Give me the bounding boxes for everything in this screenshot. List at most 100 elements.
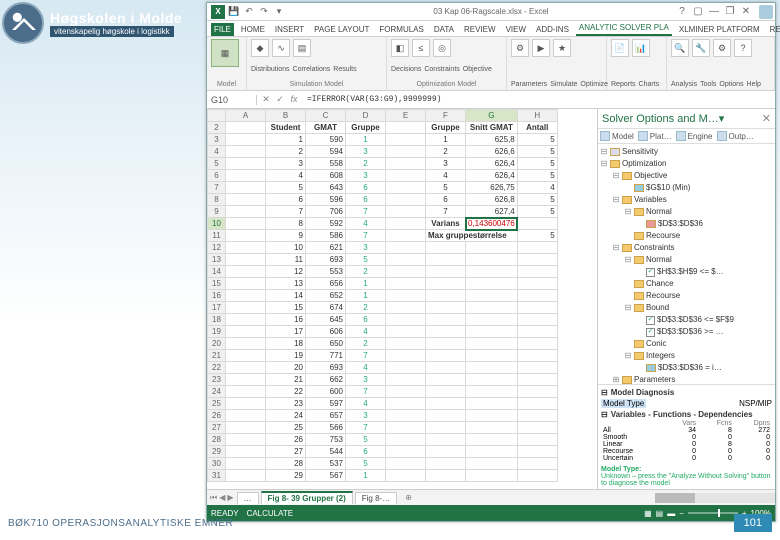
decisions-icon[interactable]: ◧	[391, 39, 409, 57]
charts-icon[interactable]: 📊	[632, 39, 650, 57]
model-type-label[interactable]: Model Type	[601, 399, 646, 408]
ribbon-tab-formulas[interactable]: FORMULAS	[376, 23, 426, 36]
tree-node[interactable]: ✓$D$3:$D$36 <= $F$9	[600, 314, 773, 326]
ribbon-opts-icon[interactable]: ▢	[691, 6, 705, 18]
taskpane-close-icon[interactable]: ✕	[762, 112, 771, 125]
constraints-icon[interactable]: ≤	[412, 39, 430, 57]
tree-node[interactable]: ⊟Integers	[600, 350, 773, 362]
row-hdr-5[interactable]: 5	[208, 158, 226, 170]
taskpane-dropdown-icon[interactable]: ▾	[719, 112, 725, 125]
parameters-icon[interactable]: ⚙	[511, 39, 529, 57]
ribbon-tab-resources[interactable]: Resources	[767, 23, 780, 36]
correlations-icon[interactable]: ∿	[272, 39, 290, 57]
sheet-tab-active[interactable]: Fig 8- 39 Grupper (2)	[261, 491, 353, 504]
tree-node[interactable]: Recourse	[600, 230, 773, 242]
ribbon-tab-xlminer-platform[interactable]: XLMINER PLATFORM	[676, 23, 763, 36]
ribbon-tab-page-layout[interactable]: PAGE LAYOUT	[311, 23, 372, 36]
row-hdr-11[interactable]: 11	[208, 230, 226, 242]
cancel-fx-icon[interactable]: ✕	[260, 94, 272, 105]
tree-node[interactable]: ⊟Optimization	[600, 158, 773, 170]
qat-save-icon[interactable]: 💾	[228, 6, 240, 18]
row-hdr-26[interactable]: 26	[208, 410, 226, 422]
row-hdr-6[interactable]: 6	[208, 170, 226, 182]
row-hdr-3[interactable]: 3	[208, 134, 226, 146]
active-cell[interactable]: 0,143600476	[466, 218, 518, 230]
tree-node[interactable]: $D$3:$D$36	[600, 218, 773, 230]
row-hdr-19[interactable]: 19	[208, 326, 226, 338]
tree-node[interactable]: ✓$H$3:$H$9 <= $…	[600, 266, 773, 278]
ribbon-tab-file[interactable]: FILE	[211, 23, 234, 36]
tree-node[interactable]: ⊟Normal	[600, 206, 773, 218]
col-hdr-D[interactable]: D	[346, 110, 386, 122]
tp-tab-model[interactable]: Model	[600, 131, 634, 141]
tree-node[interactable]: ✓$D$3:$D$36 >= …	[600, 326, 773, 338]
tools-icon[interactable]: 🔧	[692, 39, 710, 57]
row-hdr-22[interactable]: 22	[208, 362, 226, 374]
col-hdr-E[interactable]: E	[386, 110, 426, 122]
row-hdr-12[interactable]: 12	[208, 242, 226, 254]
reports-icon[interactable]: 📄	[611, 39, 629, 57]
col-hdr-A[interactable]: A	[226, 110, 266, 122]
row-hdr-24[interactable]: 24	[208, 386, 226, 398]
tree-node[interactable]: ⊟Constraints	[600, 242, 773, 254]
ribbon-tab-view[interactable]: VIEW	[503, 23, 529, 36]
help-icon[interactable]: ?	[675, 6, 689, 18]
col-hdr-B[interactable]: B	[266, 110, 306, 122]
sheet-nav-first-icon[interactable]: ⏮	[210, 493, 217, 503]
row-hdr-16[interactable]: 16	[208, 290, 226, 302]
tree-node[interactable]: ⊟Sensitivity	[600, 146, 773, 158]
add-sheet-icon[interactable]: ⊕	[399, 493, 418, 502]
sheet-tab-other[interactable]: …	[237, 492, 259, 504]
sheet-tab-other2[interactable]: Fig 8-…	[355, 492, 397, 504]
qat-redo-icon[interactable]: ↷	[258, 6, 270, 18]
col-hdr-F[interactable]: F	[426, 110, 466, 122]
sheet-nav-prev-icon[interactable]: ◀	[219, 493, 225, 503]
optimize-icon[interactable]: ★	[553, 39, 571, 57]
tp-tab-plat…[interactable]: Plat…	[638, 131, 672, 141]
tree-node[interactable]: $D$3:$D$36 = i…	[600, 362, 773, 374]
row-hdr-8[interactable]: 8	[208, 194, 226, 206]
tree-node[interactable]: $G$10 (Min)	[600, 182, 773, 194]
tree-node[interactable]: ⊞Parameters	[600, 374, 773, 384]
tree-node[interactable]: ⊟Objective	[600, 170, 773, 182]
objective-icon[interactable]: ◎	[433, 39, 451, 57]
excel-icon[interactable]: X	[211, 5, 225, 19]
row-hdr-7[interactable]: 7	[208, 182, 226, 194]
col-hdr-C[interactable]: C	[306, 110, 346, 122]
ribbon-tab-data[interactable]: DATA	[431, 23, 457, 36]
row-hdr-27[interactable]: 27	[208, 422, 226, 434]
ribbon-tab-review[interactable]: REVIEW	[461, 23, 499, 36]
tree-node[interactable]: ⊟Normal	[600, 254, 773, 266]
ribbon-tab-add-ins[interactable]: ADD-INS	[533, 23, 572, 36]
worksheet[interactable]: ABCDEFGH2StudentGMATGruppeGruppeSnitt GM…	[207, 109, 597, 489]
col-hdr-H[interactable]: H	[517, 110, 557, 122]
row-hdr-15[interactable]: 15	[208, 278, 226, 290]
row-hdr-14[interactable]: 14	[208, 266, 226, 278]
analysis-icon[interactable]: 🔍	[671, 39, 689, 57]
hscrollbar[interactable]	[655, 493, 775, 503]
ribbon-tab-analytic-solver-pla[interactable]: ANALYTIC SOLVER PLA	[576, 21, 672, 36]
ribbon-tab-insert[interactable]: INSERT	[272, 23, 307, 36]
row-hdr-29[interactable]: 29	[208, 446, 226, 458]
simulate-icon[interactable]: ▶	[532, 39, 550, 57]
distributions-icon[interactable]: ◆	[251, 39, 269, 57]
options-icon[interactable]: ⚙	[713, 39, 731, 57]
qat-undo-icon[interactable]: ↶	[243, 6, 255, 18]
name-box[interactable]: G10	[207, 95, 257, 105]
row-hdr-25[interactable]: 25	[208, 398, 226, 410]
row-hdr-20[interactable]: 20	[208, 338, 226, 350]
row-hdr-4[interactable]: 4	[208, 146, 226, 158]
model-button[interactable]: ▦	[211, 39, 239, 67]
row-hdr-31[interactable]: 31	[208, 470, 226, 482]
solver-model-tree[interactable]: ⊟Sensitivity⊟Optimization⊟Objective$G$10…	[598, 144, 775, 384]
accept-fx-icon[interactable]: ✓	[274, 94, 286, 105]
tree-node[interactable]: ⊟Bound	[600, 302, 773, 314]
row-hdr-21[interactable]: 21	[208, 350, 226, 362]
tree-node[interactable]: ⊟Variables	[600, 194, 773, 206]
qat-more-icon[interactable]: ▾	[273, 6, 285, 18]
row-hdr-10[interactable]: 10	[208, 218, 226, 230]
ribbon-tab-home[interactable]: HOME	[238, 23, 268, 36]
row-hdr-18[interactable]: 18	[208, 314, 226, 326]
row-hdr-9[interactable]: 9	[208, 206, 226, 218]
fx-icon[interactable]: fx	[288, 94, 300, 105]
